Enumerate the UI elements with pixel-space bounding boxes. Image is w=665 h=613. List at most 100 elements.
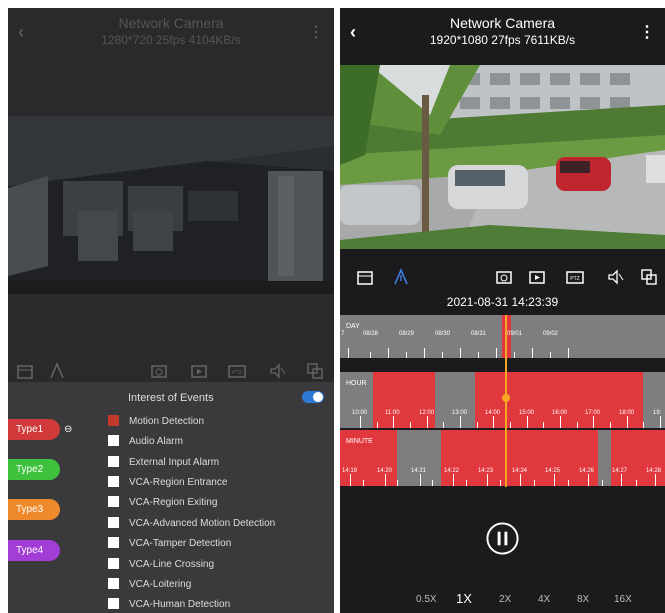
event-item[interactable]: VCA-Region Exiting xyxy=(108,496,217,512)
tick xyxy=(655,474,656,486)
tick xyxy=(406,352,407,358)
record-video-icon[interactable] xyxy=(190,362,208,380)
checkbox[interactable] xyxy=(108,537,119,548)
type4-button[interactable]: Type4 xyxy=(8,540,60,561)
event-item[interactable]: VCA-Human Detection xyxy=(108,598,230,613)
day-label: DAY xyxy=(346,323,360,330)
tick xyxy=(393,416,394,428)
event-item[interactable]: VCA-Region Entrance xyxy=(108,476,227,492)
more-icon[interactable]: ⋮ xyxy=(639,22,655,42)
mute-icon[interactable] xyxy=(606,268,624,286)
tick-label: 12:00 xyxy=(419,410,435,416)
tick xyxy=(534,480,535,486)
tick-label: 13:00 xyxy=(452,410,468,416)
tick xyxy=(510,422,511,428)
minute-timeline[interactable]: MINUTE 14:19 14:20 14:21 14:22 14:23 14:… xyxy=(340,430,665,486)
checkbox[interactable] xyxy=(108,435,119,446)
playback-video[interactable] xyxy=(340,65,665,249)
tick xyxy=(397,480,398,486)
hour-timeline[interactable]: HOUR 10:00 11:00 12:00 13:00 14:00 15:00… xyxy=(340,372,665,428)
tick xyxy=(385,474,386,486)
checkbox[interactable] xyxy=(108,517,119,528)
more-icon[interactable]: ⋮ xyxy=(308,22,324,42)
day-timeline[interactable]: DAY 7 08/28 08/29 08/30 08/31 09/01 09/0… xyxy=(340,315,665,358)
tick-label: 10:00 xyxy=(352,410,368,416)
left-subtitle: 1280*720 25fps 4104KB/s xyxy=(101,33,241,47)
tick xyxy=(527,416,528,428)
event-item[interactable]: Audio Alarm xyxy=(108,435,183,451)
remove-icon[interactable]: ⊖ xyxy=(64,419,72,440)
tick xyxy=(627,416,628,428)
ptz-icon[interactable]: PTZ xyxy=(566,268,584,286)
tick xyxy=(621,474,622,486)
event-filter-icon[interactable] xyxy=(48,362,66,380)
minute-label: MINUTE xyxy=(346,438,373,445)
calendar-icon[interactable] xyxy=(16,362,34,380)
event-item[interactable]: VCA-Line Crossing xyxy=(108,558,214,574)
multi-window-icon[interactable] xyxy=(640,268,658,286)
event-item[interactable]: VCA-Loitering xyxy=(108,578,191,594)
checkbox[interactable] xyxy=(108,578,119,589)
event-label: VCA-Region Exiting xyxy=(129,497,218,508)
tick-label: 16:00 xyxy=(552,410,568,416)
left-screen: ‹ Network Camera 1280*720 25fps 4104KB/s… xyxy=(8,8,334,613)
back-icon[interactable]: ‹ xyxy=(18,22,24,43)
tick xyxy=(610,422,611,428)
events-title: Interest of Events xyxy=(128,392,214,404)
tick-label: 11:00 xyxy=(385,410,400,416)
tick xyxy=(568,348,569,358)
tick xyxy=(370,352,371,358)
tick xyxy=(602,480,603,486)
checkbox[interactable] xyxy=(108,415,119,426)
type2-button[interactable]: Type2 xyxy=(8,459,60,480)
type3-button[interactable]: Type3 xyxy=(8,499,60,520)
mute-icon[interactable] xyxy=(268,362,286,380)
pause-button[interactable] xyxy=(485,521,520,556)
camera-snapshot-icon[interactable] xyxy=(495,268,513,286)
speed-option-selected[interactable]: 1X xyxy=(456,591,472,606)
record-video-icon[interactable] xyxy=(528,268,546,286)
back-icon[interactable]: ‹ xyxy=(350,22,356,43)
tick xyxy=(478,352,479,358)
calendar-icon[interactable] xyxy=(356,268,374,286)
checkbox[interactable] xyxy=(108,598,119,609)
tick xyxy=(520,474,521,486)
speed-option[interactable]: 2X xyxy=(499,594,511,605)
event-item[interactable]: VCA-Tamper Detection xyxy=(108,537,231,553)
multi-window-icon[interactable] xyxy=(306,362,324,380)
event-filter-icon[interactable] xyxy=(392,268,410,286)
speed-option[interactable]: 16X xyxy=(614,594,632,605)
live-video-dim[interactable] xyxy=(8,116,334,294)
checkbox[interactable] xyxy=(108,558,119,569)
events-toggle[interactable] xyxy=(302,391,324,403)
tick xyxy=(493,416,494,428)
event-label: Audio Alarm xyxy=(129,436,183,447)
speed-option[interactable]: 0.5X xyxy=(416,594,437,605)
pause-icon xyxy=(486,522,519,555)
events-panel: Interest of Events Type1 ⊖ Type2 Type3 Ty… xyxy=(8,382,334,613)
camera-snapshot-icon[interactable] xyxy=(150,362,168,380)
speed-option[interactable]: 8X xyxy=(577,594,589,605)
hour-record-segment xyxy=(373,372,435,428)
right-subtitle: 1920*1080 27fps 7611KB/s xyxy=(429,33,576,47)
right-screen: ‹ Network Camera 1920*1080 27fps 7611KB/… xyxy=(340,8,665,613)
checkbox[interactable] xyxy=(108,476,119,487)
svg-text:PTZ: PTZ xyxy=(232,370,241,376)
event-item[interactable]: Motion Detection xyxy=(108,415,204,431)
event-label: VCA-Tamper Detection xyxy=(129,538,232,549)
event-item[interactable]: External Input Alarm xyxy=(108,456,219,472)
ptz-icon[interactable]: PTZ xyxy=(228,362,246,380)
type1-button[interactable]: Type1 ⊖ xyxy=(8,419,72,440)
playhead-line[interactable] xyxy=(505,315,507,487)
tick xyxy=(588,474,589,486)
tick-label: 14:27 xyxy=(612,468,628,474)
tick-label: 09/01 xyxy=(507,331,523,337)
checkbox[interactable] xyxy=(108,496,119,507)
speed-option[interactable]: 4X xyxy=(538,594,550,605)
tick xyxy=(532,348,533,358)
tick xyxy=(514,352,515,358)
tick-label: 08/29 xyxy=(399,331,415,337)
checkbox[interactable] xyxy=(108,456,119,467)
playback-datetime: 2021-08-31 14:23:39 xyxy=(446,295,559,309)
event-item[interactable]: VCA-Advanced Motion Detection xyxy=(108,517,275,533)
